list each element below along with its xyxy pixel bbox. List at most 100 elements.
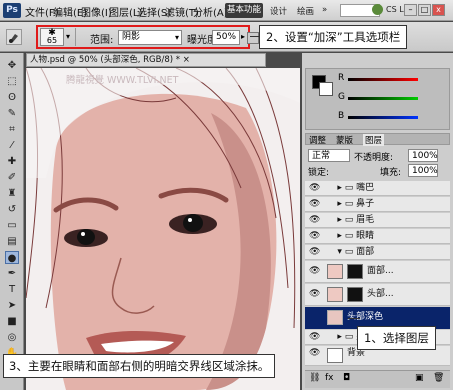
cs-live-icon: [372, 4, 383, 15]
layer-thumbnail: [327, 310, 343, 325]
gradient-tool-icon[interactable]: ▤: [5, 235, 19, 248]
panel-tab-strip: 调整 蒙版 图层: [305, 133, 450, 146]
color-panel: R G B: [305, 68, 450, 130]
layer-thumbnail: [327, 287, 343, 302]
menu-analysis[interactable]: 分析(A): [193, 4, 228, 19]
tab-adjust[interactable]: 调整: [309, 134, 326, 146]
add-mask-icon[interactable]: ◘: [343, 373, 350, 383]
layer-group-nose[interactable]: 👁 ▸ ▭ 鼻子: [305, 197, 450, 212]
pen-tool-icon[interactable]: ✒: [5, 267, 19, 280]
channel-b-label: B: [338, 111, 345, 121]
callout-1-connector: [348, 318, 360, 319]
layer-thumbnail: [327, 348, 343, 363]
opacity-input[interactable]: 100%: [408, 149, 438, 162]
workspace-painting-button[interactable]: 绘画: [297, 5, 314, 17]
folder-icon: ▸ ▭: [337, 231, 354, 241]
clone-stamp-tool-icon[interactable]: ♜: [5, 187, 19, 200]
shape-tool-icon[interactable]: ■: [5, 315, 19, 328]
layer-name: 面部: [356, 247, 375, 257]
crop-tool-icon[interactable]: ⌗: [5, 123, 19, 136]
channel-g-slider[interactable]: [348, 97, 418, 100]
layer-name: 头部深色: [347, 312, 384, 322]
opacity-label: 不透明度:: [354, 153, 394, 163]
layer-group-brows[interactable]: 👁 ▸ ▭ 眉毛: [305, 213, 450, 228]
photoshop-logo: Ps: [3, 3, 21, 18]
close-button[interactable]: x: [432, 4, 445, 16]
folder-icon: ▸ ▭: [337, 332, 354, 342]
link-layers-icon[interactable]: ⛓: [309, 373, 320, 383]
callout-step-2: 2、设置“加深”工具选项栏: [259, 25, 408, 49]
layer-face-detail[interactable]: 👁 面部...: [305, 261, 450, 283]
document-tab[interactable]: 人物.psd @ 50% (头部深色, RGB/8) * ×: [26, 53, 266, 67]
layer-name: 鼻子: [356, 199, 375, 209]
tab-layers[interactable]: 图层: [363, 134, 385, 146]
maximize-button[interactable]: □: [418, 4, 431, 16]
layer-mask-thumbnail: [347, 287, 363, 302]
tab-masks[interactable]: 蒙版: [336, 134, 353, 146]
channel-r-label: R: [338, 73, 345, 83]
eye-icon[interactable]: 👁: [305, 348, 320, 358]
layer-thumbnail: [327, 264, 343, 279]
eye-icon[interactable]: 👁: [305, 332, 320, 342]
eraser-tool-icon[interactable]: ▭: [5, 219, 19, 232]
healing-tool-icon[interactable]: ✚: [5, 155, 19, 168]
eye-icon[interactable]: 👁: [305, 266, 320, 276]
layer-name: 头部...: [367, 289, 394, 299]
folder-icon: ▸ ▭: [337, 215, 354, 225]
eye-icon[interactable]: 👁: [305, 215, 320, 225]
document-canvas[interactable]: 腾龍視覺 WWW.TLVI.NET: [26, 68, 300, 390]
layer-group-eyes[interactable]: 👁 ▸ ▭ 眼睛: [305, 229, 450, 244]
trash-icon[interactable]: 🗑: [433, 373, 444, 383]
layer-head-detail[interactable]: 👁 头部...: [305, 284, 450, 306]
burn-tool-preset-icon[interactable]: [6, 29, 22, 45]
eye-icon[interactable]: 👁: [305, 183, 320, 193]
new-layer-icon[interactable]: ▣: [415, 373, 424, 383]
workspace-more-icon[interactable]: »: [322, 5, 327, 15]
folder-icon: ▸ ▭: [337, 183, 354, 193]
airbrush-icon[interactable]: [247, 32, 259, 44]
options-highlight-frame: [36, 25, 250, 49]
layer-name: 面部...: [367, 266, 394, 276]
folder-open-icon: ▾ ▭: [337, 247, 354, 257]
background-swatch[interactable]: [319, 82, 333, 96]
marquee-tool-icon[interactable]: ⬚: [5, 75, 19, 88]
menu-image[interactable]: 图像(I): [81, 4, 112, 19]
callout-step-3: 3、主要在眼睛和面部右侧的明暗交界线区域涂抹。: [3, 354, 276, 378]
minimize-button[interactable]: –: [404, 4, 417, 16]
quick-select-tool-icon[interactable]: ✎: [5, 107, 19, 120]
channel-r-slider[interactable]: [348, 78, 418, 81]
eye-icon[interactable]: 👁: [305, 247, 320, 257]
path-select-tool-icon[interactable]: ➤: [5, 299, 19, 312]
layer-name: 眉毛: [356, 215, 375, 225]
layers-panel-footer: ⛓ fx ◘ ▣ 🗑: [305, 370, 450, 388]
workspace-design-button[interactable]: 设计: [270, 5, 287, 17]
layer-name: 嘴巴: [356, 183, 375, 193]
3d-rotate-tool-icon[interactable]: ◎: [5, 331, 19, 344]
layer-mask-thumbnail: [347, 264, 363, 279]
fill-label: 填充:: [380, 168, 402, 178]
channel-b-slider[interactable]: [348, 116, 418, 119]
eye-icon[interactable]: 👁: [305, 231, 320, 241]
workspace-essentials-button[interactable]: 基本功能: [225, 3, 263, 18]
eye-icon[interactable]: 👁: [305, 289, 320, 299]
move-tool-icon[interactable]: ✥: [5, 59, 19, 72]
burn-tool-icon[interactable]: ●: [5, 251, 19, 264]
channel-g-label: G: [338, 92, 345, 102]
type-tool-icon[interactable]: T: [5, 283, 19, 296]
watermark-text: 腾龍視覺 WWW.TLVI.NET: [66, 75, 179, 86]
layer-group-mouth[interactable]: 👁 ▸ ▭ 嘴巴: [305, 181, 450, 196]
eyedropper-tool-icon[interactable]: ⁄: [5, 139, 19, 152]
menu-bar: Ps 文件(F) 编辑(E) 图像(I) 图层(L) 选择(S) 滤镜(T) 分…: [0, 0, 453, 21]
layer-name: 眼睛: [356, 231, 375, 241]
layer-style-icon[interactable]: fx: [325, 373, 334, 383]
lasso-tool-icon[interactable]: ʘ: [5, 91, 19, 104]
eye-icon[interactable]: 👁: [305, 199, 320, 209]
blend-mode-select[interactable]: 正常: [308, 149, 350, 162]
lock-label: 锁定:: [308, 168, 330, 178]
fill-input[interactable]: 100%: [408, 164, 438, 177]
brush-tool-icon[interactable]: ✐: [5, 171, 19, 184]
tool-bar: ✥ ⬚ ʘ ✎ ⌗ ⁄ ✚ ✐ ♜ ↺ ▭ ▤ ● ✒ T ➤ ■ ◎ ✋ ⚲: [0, 53, 24, 390]
history-brush-tool-icon[interactable]: ↺: [5, 203, 19, 216]
layer-group-face[interactable]: 👁 ▾ ▭ 面部: [305, 245, 450, 260]
folder-icon: ▸ ▭: [337, 199, 354, 209]
